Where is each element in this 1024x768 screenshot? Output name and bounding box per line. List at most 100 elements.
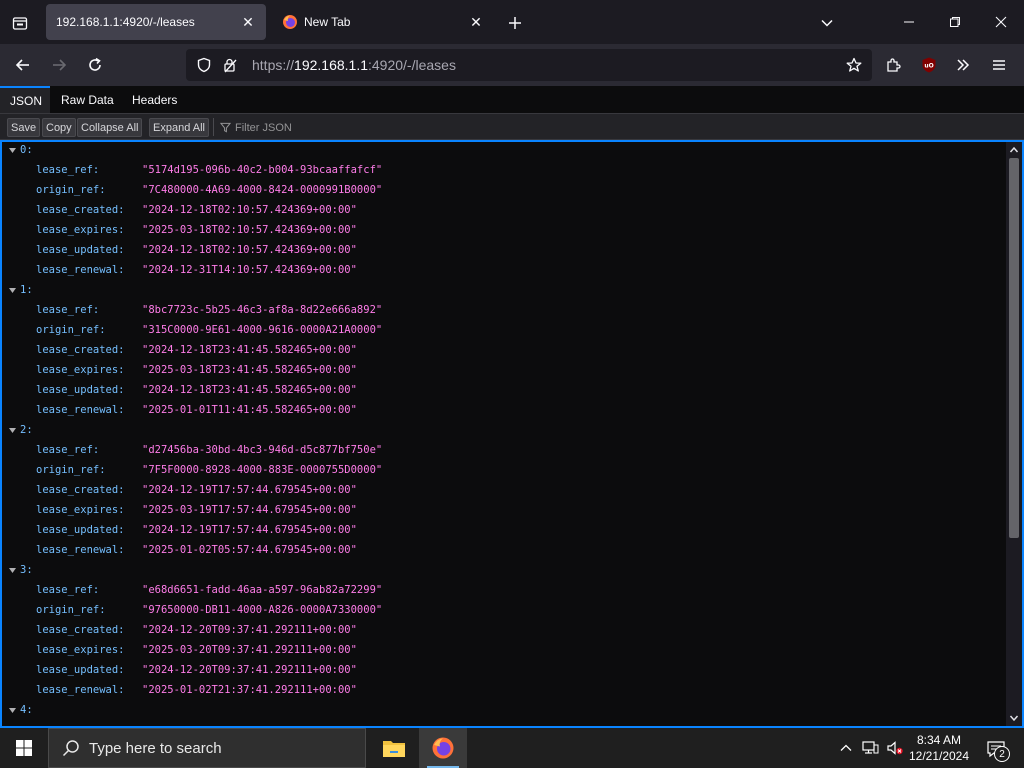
reload-button[interactable]: [80, 50, 110, 80]
vertical-scrollbar[interactable]: [1006, 142, 1022, 726]
extensions-button[interactable]: [878, 50, 908, 80]
lock-warning-icon[interactable]: [220, 55, 240, 75]
back-button[interactable]: [8, 50, 38, 80]
json-key: lease_updated:: [36, 384, 125, 396]
close-icon: [995, 16, 1007, 28]
tab-json-label: JSON: [10, 93, 43, 108]
json-key: lease_created:: [36, 484, 125, 496]
json-string-value: "2024-12-18T23:41:45.582465+00:00": [142, 344, 357, 356]
tab-title: New Tab: [304, 15, 351, 29]
show-hidden-icons-button[interactable]: [836, 738, 856, 758]
json-string-value: "2025-03-20T09:37:41.292111+00:00": [142, 644, 357, 656]
json-key: lease_expires:: [36, 644, 125, 656]
json-key: lease_updated:: [36, 244, 125, 256]
scrollbar-thumb[interactable]: [1009, 158, 1019, 538]
json-key: lease_renewal:: [36, 544, 125, 556]
array-index: 3:: [20, 564, 33, 576]
json-key: lease_renewal:: [36, 264, 125, 276]
close-window-button[interactable]: [986, 8, 1016, 36]
reload-icon: [89, 57, 101, 71]
firefox-view-button[interactable]: [6, 10, 34, 36]
expand-toggle-icon[interactable]: [7, 145, 17, 155]
array-index: 0:: [20, 144, 33, 156]
tab-leases[interactable]: 192.168.1.1:4920/-/leases ✕: [46, 4, 266, 40]
tab-raw-data[interactable]: Raw Data: [51, 86, 124, 113]
json-string-value: "2025-01-02T21:37:41.292111+00:00": [142, 684, 357, 696]
json-string-value: "2024-12-19T17:57:44.679545+00:00": [142, 484, 357, 496]
expand-toggle-icon[interactable]: [7, 425, 17, 435]
tab-bar: 192.168.1.1:4920/-/leases ✕ New Tab ✕: [0, 0, 1024, 44]
url-path: :4920/-/leases: [368, 57, 456, 73]
json-string-value: "7F5F0000-8928-4000-883E-0000755D0000": [142, 464, 383, 476]
puzzle-icon: [887, 58, 901, 72]
arrow-left-icon: [15, 59, 29, 71]
svg-text:uO: uO: [924, 63, 933, 70]
json-key: origin_ref:: [36, 464, 106, 476]
firefox-taskbar-button[interactable]: [419, 728, 467, 768]
system-clock[interactable]: 8:34 AM 12/21/2024: [904, 731, 974, 765]
bookmark-star-icon[interactable]: [844, 55, 864, 75]
chevron-down-icon: [821, 19, 833, 27]
expand-toggle-icon[interactable]: [7, 565, 17, 575]
forward-button[interactable]: [44, 50, 74, 80]
url-scheme: https://: [252, 57, 295, 73]
restore-button[interactable]: [940, 8, 970, 36]
json-viewer-tabs: JSON Raw Data Headers: [0, 86, 1024, 114]
save-button[interactable]: Save: [7, 118, 41, 137]
tab-raw-data-label: Raw Data: [61, 92, 114, 107]
json-string-value: "2024-12-31T14:10:57.424369+00:00": [142, 264, 357, 276]
json-string-value: "2025-03-18T02:10:57.424369+00:00": [142, 224, 357, 236]
json-key: lease_expires:: [36, 364, 125, 376]
network-icon[interactable]: [861, 738, 881, 758]
tab-headers[interactable]: Headers: [122, 86, 187, 113]
json-key: lease_renewal:: [36, 684, 125, 696]
close-tab-icon[interactable]: ✕: [464, 10, 488, 34]
list-all-tabs-button[interactable]: [814, 10, 840, 36]
json-key: lease_created:: [36, 204, 125, 216]
json-string-value: "2024-12-18T02:10:57.424369+00:00": [142, 204, 357, 216]
firefox-logo-icon: [432, 737, 454, 759]
url-text[interactable]: https://192.168.1.1:4920/-/leases: [252, 57, 456, 73]
json-key: lease_renewal:: [36, 404, 125, 416]
ublock-extension-button[interactable]: uO: [914, 50, 944, 80]
windows-logo-icon: [16, 740, 32, 756]
array-index: 4:: [20, 704, 33, 716]
firefox-view-icon: [12, 17, 28, 30]
collapse-all-button[interactable]: Collapse All: [77, 118, 143, 137]
expand-all-button[interactable]: Expand All: [149, 118, 209, 137]
search-placeholder: Type here to search: [89, 739, 222, 757]
url-bar[interactable]: https://192.168.1.1:4920/-/leases: [186, 49, 872, 81]
restore-icon: [950, 17, 960, 27]
scroll-down-icon[interactable]: [1006, 710, 1022, 726]
volume-muted-icon[interactable]: [885, 738, 905, 758]
json-string-value: "2025-01-01T11:41:45.582465+00:00": [142, 404, 357, 416]
filter-json-input[interactable]: Filter JSON: [220, 118, 292, 137]
file-explorer-button[interactable]: [370, 728, 418, 768]
tracking-protection-shield-icon[interactable]: [194, 55, 214, 75]
expand-toggle-icon[interactable]: [7, 705, 17, 715]
start-button[interactable]: [0, 728, 48, 768]
chevron-up-icon: [840, 744, 852, 751]
ublock-shield-icon: uO: [922, 57, 936, 73]
tab-new-tab[interactable]: New Tab ✕: [272, 4, 494, 40]
json-toolbar: Save Copy Collapse All Expand All Filter…: [0, 114, 1024, 140]
close-tab-icon[interactable]: ✕: [236, 10, 260, 34]
json-string-value: "2025-03-19T17:57:44.679545+00:00": [142, 504, 357, 516]
minimize-button[interactable]: [894, 8, 924, 36]
app-menu-button[interactable]: [984, 50, 1014, 80]
json-string-value: "2024-12-20T09:37:41.292111+00:00": [142, 664, 357, 676]
json-key: origin_ref:: [36, 604, 106, 616]
copy-button[interactable]: Copy: [42, 118, 76, 137]
json-tree-panel[interactable]: 0: lease_ref: "5174d195-096b-40c2-b004-93b…: [0, 140, 1024, 728]
notification-center-button[interactable]: 2: [982, 736, 1010, 762]
json-tree: 0: lease_ref: "5174d195-096b-40c2-b004-93b…: [2, 142, 1008, 726]
taskbar-search-box[interactable]: Type here to search: [48, 728, 366, 768]
new-tab-button[interactable]: [502, 10, 528, 36]
scroll-up-icon[interactable]: [1006, 142, 1022, 158]
tab-json[interactable]: JSON: [0, 86, 50, 113]
json-key: origin_ref:: [36, 184, 106, 196]
more-tools-button[interactable]: [948, 50, 978, 80]
json-key: lease_expires:: [36, 224, 125, 236]
expand-toggle-icon[interactable]: [7, 285, 17, 295]
tab-title: 192.168.1.1:4920/-/leases: [56, 15, 195, 29]
